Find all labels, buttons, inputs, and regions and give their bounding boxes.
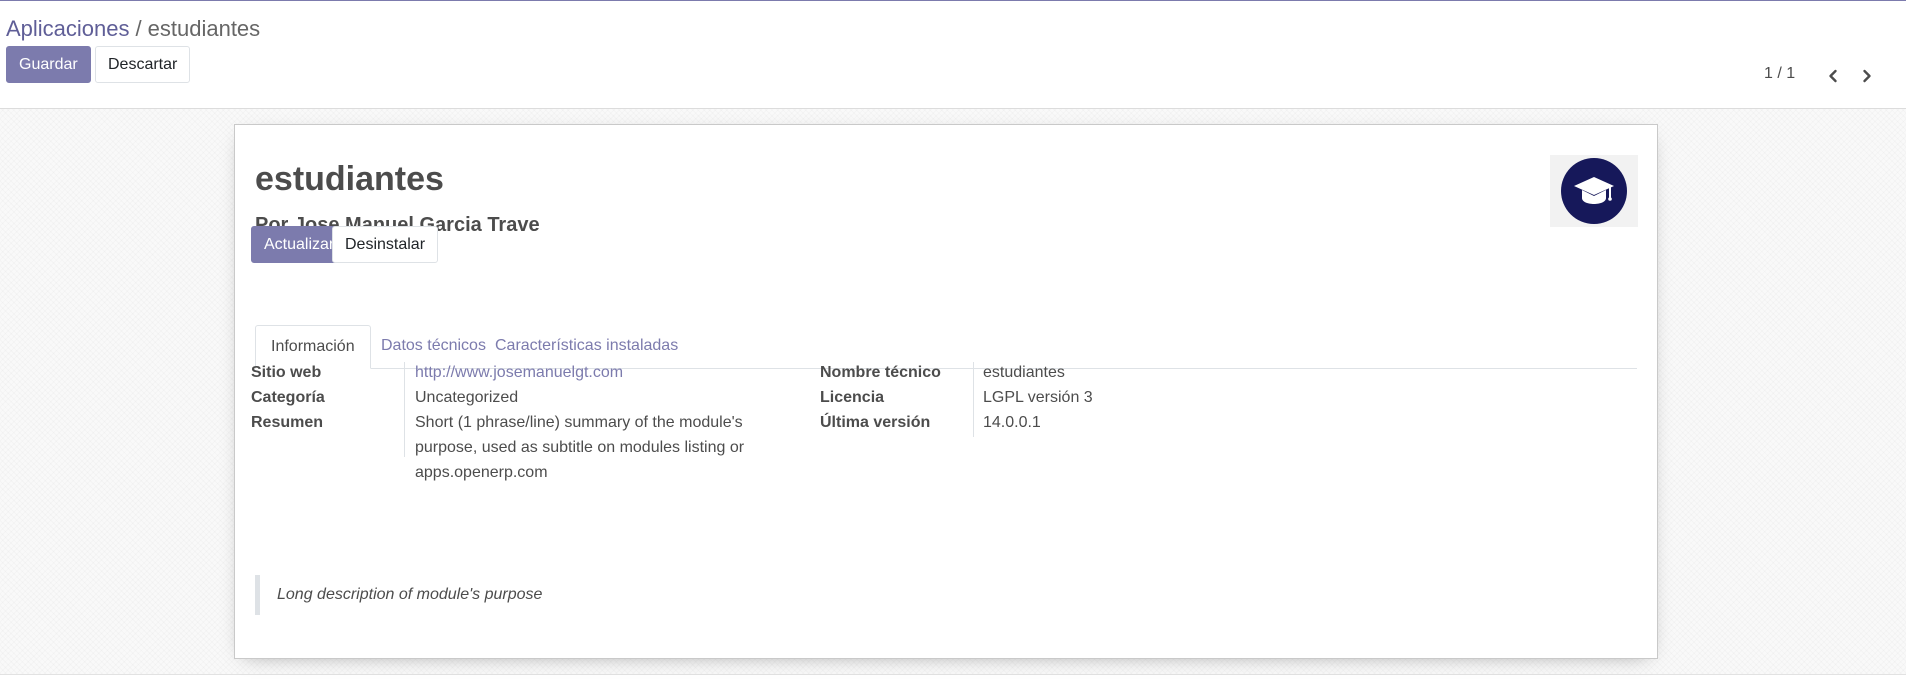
chevron-right-icon [1863, 69, 1871, 83]
latest-version-value: 14.0.0.1 [983, 414, 1041, 431]
control-panel: Aplicaciones / estudiantes Guardar Descart… [0, 1, 1906, 109]
breadcrumb-apps-link[interactable]: Aplicaciones [6, 16, 130, 41]
breadcrumb: Aplicaciones / estudiantes [6, 15, 260, 43]
category-label: Categoría [251, 389, 325, 406]
tab-informacion[interactable]: Información [255, 325, 371, 369]
website-value: http://www.josemanuelgt.com [415, 360, 623, 385]
breadcrumb-separator: / [135, 16, 142, 41]
discard-button[interactable]: Descartar [95, 46, 191, 83]
pager-value[interactable]: 1 / 1 [1764, 65, 1795, 83]
right-group-separator [973, 362, 974, 437]
left-group-separator [404, 362, 405, 457]
module-icon-frame [1550, 155, 1638, 227]
module-description: Long description of module's purpose [255, 575, 855, 615]
graduation-cap-icon [1561, 158, 1627, 224]
summary-label: Resumen [251, 414, 324, 431]
technical-name-value: estudiantes [983, 364, 1065, 381]
license-label: Licencia [820, 389, 885, 406]
website-label: Sitio web [251, 364, 322, 381]
website-link[interactable]: http://www.josemanuelgt.com [415, 364, 623, 381]
chevron-left-icon [1829, 69, 1837, 83]
pager-next-button[interactable] [1854, 63, 1880, 89]
save-button[interactable]: Guardar [6, 46, 91, 83]
uninstall-button[interactable]: Desinstalar [332, 226, 439, 263]
technical-name-label: Nombre técnico [820, 364, 941, 381]
pager-previous-button[interactable] [1820, 63, 1846, 89]
breadcrumb-current: estudiantes [147, 16, 261, 41]
latest-version-label: Última versión [820, 414, 931, 431]
bottom-divider [0, 674, 1906, 687]
license-value: LGPL versión 3 [983, 389, 1093, 406]
summary-value: Short (1 phrase/line) summary of the mod… [415, 414, 745, 481]
category-value: Uncategorized [415, 389, 519, 406]
module-title: estudiantes [255, 160, 444, 198]
module-form-sheet: estudiantes Por Jose Manuel Garcia Trave… [234, 124, 1658, 659]
